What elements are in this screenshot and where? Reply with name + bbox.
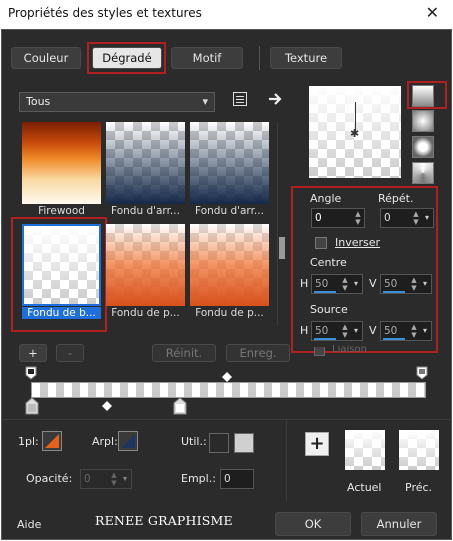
opacity-stop-left[interactable] — [25, 366, 37, 380]
chevron-down-icon[interactable]: ▾ — [351, 323, 361, 339]
close-icon[interactable]: ✕ — [426, 3, 439, 22]
opacity-midpoint[interactable] — [222, 372, 232, 382]
save-gradient-button[interactable]: Enreg. — [226, 344, 290, 362]
link-label: Liaison — [332, 345, 367, 355]
color-stop-right[interactable] — [173, 398, 187, 415]
library-icon[interactable] — [233, 92, 247, 106]
stepper-icon[interactable]: ▲ ▼ — [109, 471, 119, 487]
source-h-input[interactable]: 50 ▲ ▼ ▾ — [311, 321, 363, 341]
category-select[interactable]: Tous ▾ — [19, 92, 215, 112]
invert-checkbox[interactable] — [315, 237, 327, 249]
location-input[interactable]: 0 — [220, 469, 254, 489]
chevron-down-icon[interactable]: ▾ — [422, 210, 432, 226]
chevron-down-icon[interactable]: ▾ — [420, 276, 430, 292]
previous-label: Préc. — [405, 481, 433, 494]
preset-tile[interactable]: Fondu d'arr... — [106, 122, 185, 218]
opacity-label: Opacité: — [26, 472, 73, 485]
current-swatch[interactable] — [345, 430, 385, 470]
color-stop-left[interactable] — [25, 398, 39, 415]
reset-button[interactable]: Réinit. — [152, 344, 216, 362]
chevron-down-icon[interactable]: ▾ — [120, 471, 130, 487]
preset-label: Fondu d'arr... — [111, 205, 180, 217]
color-midpoint[interactable] — [102, 401, 112, 411]
divider — [286, 419, 287, 501]
angle-label: Angle — [310, 192, 342, 205]
gradient-preview[interactable]: ✱ — [309, 86, 401, 178]
center-h-input[interactable]: 50 ▲ ▼ ▾ — [311, 274, 363, 294]
source-h-label: H — [300, 324, 309, 337]
source-v-input[interactable]: 50 ▲ ▼ ▾ — [380, 321, 432, 341]
title-bar: Propriétés des styles et textures ✕ — [0, 0, 453, 28]
chevron-down-icon[interactable]: ▾ — [351, 276, 361, 292]
help-link[interactable]: Aide — [17, 518, 41, 531]
preset-tile[interactable]: Fondu de p... — [106, 224, 185, 320]
preset-tile[interactable]: Fondu d'arr... — [190, 122, 269, 218]
current-label: Actuel — [347, 481, 382, 494]
watermark-text: RENEE GRAPHISME — [95, 513, 233, 528]
center-v-label: V — [369, 277, 377, 290]
invert-label: Inverser — [335, 236, 381, 249]
previous-swatch[interactable] — [399, 430, 439, 470]
source-v-label: V — [369, 324, 377, 337]
rectangular-style-button[interactable] — [412, 110, 434, 132]
stepper-icon[interactable]: ▲ ▼ — [409, 323, 419, 339]
remove-stop-button[interactable]: - — [56, 344, 84, 362]
center-crosshair-icon[interactable]: ✱ — [350, 127, 359, 140]
used-color-swatch[interactable] — [209, 433, 229, 453]
divider — [1, 419, 452, 420]
add-stop-button[interactable]: + — [19, 344, 47, 362]
preset-tile[interactable]: Fondu de p... — [190, 224, 269, 320]
util-label: Util.: — [181, 435, 207, 448]
tab-motif[interactable]: Motif — [171, 47, 243, 69]
first-plan-swatch[interactable] — [42, 431, 62, 451]
opacity-stop-right[interactable] — [416, 366, 428, 380]
stepper-icon[interactable]: ▲ ▼ — [411, 210, 421, 226]
window-title: Propriétés des styles et textures — [8, 6, 202, 20]
cancel-button[interactable]: Annuler — [361, 512, 437, 536]
preset-label: Fondu de p... — [195, 307, 264, 319]
chevron-down-icon: ▾ — [202, 95, 208, 108]
first-label: 1pl: — [18, 435, 39, 448]
stepper-icon[interactable]: ▲ ▼ — [340, 276, 350, 292]
tab-texture[interactable]: Texture — [270, 47, 342, 69]
tab-degrade-highlight — [87, 42, 166, 74]
preset-tile-firewood[interactable]: Firewood — [22, 122, 101, 218]
arrow-right-icon[interactable] — [268, 92, 284, 106]
repeat-input[interactable]: 0 ▲ ▼ ▾ — [380, 208, 434, 228]
preset-label: Fondu de p... — [111, 307, 180, 319]
add-swatch-button[interactable]: + — [305, 432, 329, 456]
angle-input[interactable]: 0 ▲ ▼ — [311, 208, 365, 228]
tab-couleur[interactable]: Couleur — [11, 47, 81, 69]
link-checkbox[interactable] — [314, 347, 325, 356]
arpl-label: Arpl: — [92, 435, 118, 448]
linear-style-highlight — [407, 81, 447, 109]
preset-label: Fondu d'arr... — [195, 205, 264, 217]
empl-label: Empl.: — [181, 472, 216, 485]
sunburst-style-button[interactable] — [412, 162, 434, 184]
background-plan-swatch[interactable] — [118, 431, 138, 451]
stepper-icon[interactable]: ▲ ▼ — [340, 323, 350, 339]
category-value: Tous — [26, 95, 51, 108]
center-h-label: H — [300, 277, 309, 290]
repeat-label: Répét. — [378, 192, 414, 205]
used-color-swatch-light[interactable] — [234, 433, 254, 453]
gradient-strip[interactable] — [31, 382, 426, 398]
stepper-icon[interactable]: ▲ ▼ — [409, 276, 419, 292]
chevron-down-icon[interactable]: ▾ — [420, 323, 430, 339]
preset-selection-highlight — [11, 217, 107, 332]
opacity-input[interactable]: 0 ▲ ▼ ▾ — [80, 469, 132, 489]
preset-label: Firewood — [38, 205, 85, 217]
center-label: Centre — [310, 256, 347, 269]
scrollbar-thumb[interactable] — [279, 237, 285, 259]
preset-scrollbar[interactable] — [277, 122, 285, 326]
center-v-input[interactable]: 50 ▲ ▼ ▾ — [380, 274, 432, 294]
tab-divider — [259, 46, 260, 70]
source-label: Source — [310, 303, 348, 316]
radial-style-button[interactable] — [412, 136, 434, 158]
ok-button[interactable]: OK — [275, 512, 351, 536]
stepper-icon[interactable]: ▲ ▼ — [353, 210, 363, 226]
